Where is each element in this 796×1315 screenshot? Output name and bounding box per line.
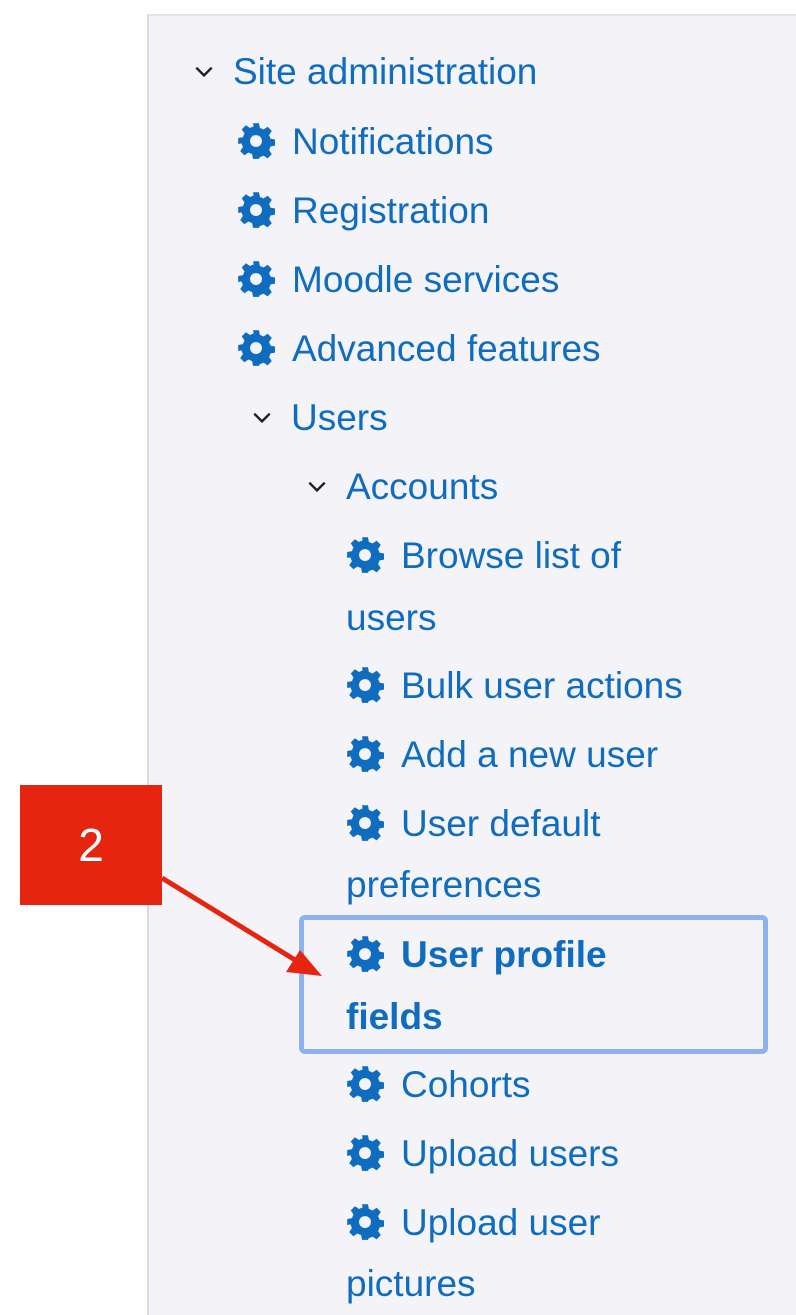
- nav-label: preferences: [346, 864, 542, 905]
- nav-label: Cohorts: [401, 1064, 531, 1105]
- nav-user-profile-fields[interactable]: User profile: [346, 935, 607, 975]
- step-callout: 2: [20, 785, 162, 905]
- gear-icon: [347, 805, 384, 842]
- nav-label: Accounts: [346, 466, 499, 507]
- nav-bulk-user-actions[interactable]: Bulk user actions: [346, 666, 683, 706]
- nav-moodle-services[interactable]: Moodle services: [237, 260, 559, 300]
- gear-icon: [347, 1066, 384, 1103]
- nav-label: Add a new user: [401, 734, 659, 775]
- nav-label: Advanced features: [292, 328, 601, 369]
- nav-label: pictures: [346, 1263, 476, 1304]
- nav-label: Upload users: [401, 1133, 620, 1174]
- nav-cohorts[interactable]: Cohorts: [346, 1065, 531, 1105]
- chevron-down-icon: [195, 67, 213, 78]
- gear-icon: [347, 1135, 384, 1172]
- gear-icon: [347, 1204, 384, 1241]
- nav-add-new-user[interactable]: Add a new user: [346, 735, 658, 775]
- gear-icon: [238, 330, 275, 367]
- nav-label: Users: [291, 397, 388, 438]
- gear-icon: [238, 123, 275, 160]
- nav-label: users: [346, 597, 437, 638]
- nav-label: Browse list of: [401, 535, 622, 576]
- chevron-down-icon: [253, 413, 271, 424]
- gear-icon: [238, 192, 275, 229]
- nav-upload-user-pictures[interactable]: Upload user: [346, 1203, 601, 1243]
- nav-label: User profile: [401, 934, 607, 975]
- nav-label: Bulk user actions: [401, 665, 683, 706]
- nav-label: Moodle services: [292, 259, 560, 300]
- nav-advanced-features[interactable]: Advanced features: [237, 329, 601, 369]
- nav-users[interactable]: Users: [251, 398, 388, 438]
- gear-icon: [347, 936, 384, 973]
- gear-icon: [347, 667, 384, 704]
- gear-icon: [347, 736, 384, 773]
- nav-user-default-preferences[interactable]: User default: [346, 804, 601, 844]
- nav-notifications[interactable]: Notifications: [237, 122, 494, 162]
- nav-label: Notifications: [292, 121, 494, 162]
- nav-upload-user-pictures-cont[interactable]: pictures: [346, 1264, 476, 1304]
- nav-label: fields: [346, 996, 443, 1037]
- nav-label: Site administration: [233, 51, 538, 92]
- nav-user-default-preferences-cont[interactable]: preferences: [346, 865, 541, 905]
- nav-label: User default: [401, 803, 601, 844]
- nav-browse-users-cont[interactable]: users: [346, 598, 436, 638]
- nav-registration[interactable]: Registration: [237, 191, 489, 231]
- step-number: 2: [78, 819, 104, 871]
- nav-user-profile-fields-cont[interactable]: fields: [346, 997, 443, 1037]
- chevron-down-icon: [308, 482, 326, 493]
- nav-label: Registration: [292, 190, 490, 231]
- gear-icon: [238, 261, 275, 298]
- nav-upload-users[interactable]: Upload users: [346, 1134, 619, 1174]
- gear-icon: [347, 537, 384, 574]
- nav-accounts[interactable]: Accounts: [306, 467, 498, 507]
- nav-label: Upload user: [401, 1202, 601, 1243]
- nav-browse-users[interactable]: Browse list of: [346, 536, 621, 576]
- nav-site-administration[interactable]: Site administration: [193, 52, 537, 92]
